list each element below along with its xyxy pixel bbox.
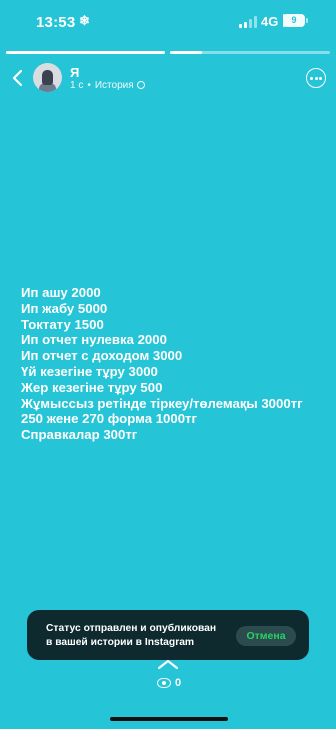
home-indicator: [110, 717, 228, 721]
progress-segment-2: [170, 51, 330, 54]
battery-icon: 9: [283, 14, 305, 27]
story-line: Жер кезегіне тұру 500: [21, 379, 163, 395]
progress-segment-1: [6, 51, 165, 54]
network-type: 4G: [261, 14, 279, 29]
avatar[interactable]: [33, 63, 62, 92]
status-bar: 13:53 ❄ 4G 9: [0, 0, 336, 44]
globe-icon: [136, 81, 145, 90]
story-line: Ип отчет нулевка 2000: [21, 332, 167, 348]
story-line: Ип отчет с доходом 3000: [21, 348, 183, 364]
viewers[interactable]: 0: [157, 674, 182, 689]
avatar-figure: [42, 70, 53, 85]
meta-separator: •: [87, 80, 91, 91]
progress-segment-2-fill: [170, 51, 202, 54]
story-text: Ип ашу 2000 Ип жабу 5000 Токтату 1500 Ип от…: [21, 285, 331, 443]
story-meta: 1 с • История: [70, 80, 145, 91]
status-time: 13:53: [36, 14, 76, 31]
back-chevron-icon[interactable]: [8, 66, 28, 90]
toast-message: Статус отправлен и опубликован в вашей и…: [46, 622, 242, 650]
toast-line-1: Статус отправлен и опубликован: [46, 623, 217, 634]
snowflake-icon: ❄: [79, 13, 90, 28]
toast-line-2: в вашей истории в Instagram: [46, 637, 195, 648]
story-line: Үй кезегіне тұру 3000: [21, 363, 158, 379]
username[interactable]: Я: [70, 65, 79, 80]
cellular-signal-icon: [239, 16, 257, 28]
toast: Статус отправлен и опубликован в вашей и…: [27, 610, 309, 660]
story-line: Ип ашу 2000: [21, 285, 101, 300]
time-ago: 1 с: [70, 80, 84, 91]
story-line: Жұмыссыз ретінде тіркеу/төлемақы 3000тг: [21, 395, 303, 411]
story-line: Токтату 1500: [21, 316, 104, 332]
battery-tip: [306, 18, 308, 23]
story-progress: [6, 51, 330, 54]
story-line: Справкалар 300тг: [21, 427, 138, 443]
story-type: История: [94, 80, 134, 91]
story-line: 250 жене 270 форма 1000тг: [21, 411, 197, 427]
more-options-icon[interactable]: [306, 68, 326, 88]
cancel-button[interactable]: Отмена: [236, 626, 296, 646]
viewer-count: 0: [175, 676, 182, 689]
story-line: Ип жабу 5000: [21, 300, 108, 316]
eye-icon: [157, 677, 171, 688]
chevron-up-icon[interactable]: [157, 658, 179, 670]
battery-level: 9: [291, 15, 297, 25]
